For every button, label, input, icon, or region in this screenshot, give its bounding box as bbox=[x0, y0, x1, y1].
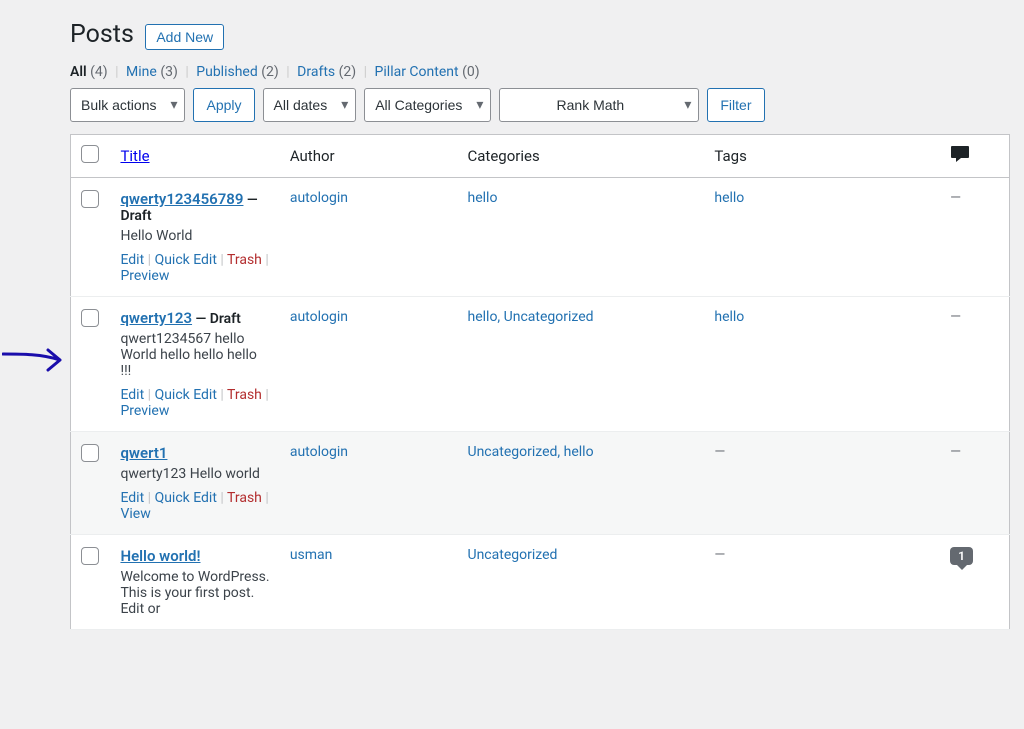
post-excerpt: qwerty123 Hello world bbox=[120, 466, 269, 482]
edit-action[interactable]: Edit bbox=[120, 252, 144, 268]
preview-action[interactable]: Preview bbox=[120, 403, 169, 419]
filter-pillar-count: (0) bbox=[462, 64, 480, 80]
table-row: qwerty123 — Draft qwert1234567 hello Worl… bbox=[71, 297, 1010, 432]
bulk-actions-select[interactable]: Bulk actions bbox=[70, 88, 185, 122]
post-excerpt: qwert1234567 hello World hello hello hel… bbox=[120, 331, 269, 379]
post-title-link[interactable]: qwert1 bbox=[120, 444, 167, 462]
dates-select[interactable]: All dates bbox=[263, 88, 357, 122]
preview-action[interactable]: Preview bbox=[120, 268, 169, 284]
apply-button[interactable]: Apply bbox=[193, 88, 254, 122]
col-author: Author bbox=[280, 135, 458, 178]
quick-edit-action[interactable]: Quick Edit bbox=[155, 252, 217, 268]
quick-edit-action[interactable]: Quick Edit bbox=[155, 490, 217, 506]
author-link[interactable]: usman bbox=[290, 547, 333, 563]
quick-edit-action[interactable]: Quick Edit bbox=[155, 387, 217, 403]
posts-table: Title Author Categories Tags qwerty12345… bbox=[70, 134, 1010, 630]
filter-all[interactable]: All bbox=[70, 64, 87, 80]
table-row: qwerty123456789 — DraftHello WorldEdit |… bbox=[71, 178, 1010, 297]
col-tags: Tags bbox=[704, 135, 940, 178]
col-categories: Categories bbox=[458, 135, 705, 178]
tablenav: Bulk actions ▾ Apply All dates ▾ All Cat… bbox=[70, 88, 1010, 122]
comments-empty: — bbox=[950, 309, 961, 325]
table-row: qwert1 qwerty123 Hello world Edit | Quick … bbox=[71, 432, 1010, 535]
add-new-button[interactable]: Add New bbox=[145, 24, 224, 50]
categories-link[interactable]: Uncategorized bbox=[468, 547, 558, 563]
status-filter-tabs: All (4) | Mine (3) | Published (2) | Dra… bbox=[70, 64, 1010, 80]
tags-link[interactable]: hello bbox=[714, 190, 744, 206]
categories-link[interactable]: Uncategorized, hello bbox=[468, 444, 594, 460]
categories-link[interactable]: hello bbox=[468, 190, 498, 206]
categories-link[interactable]: hello, Uncategorized bbox=[468, 309, 594, 325]
filter-drafts-count: (2) bbox=[339, 64, 357, 80]
col-title[interactable]: Title bbox=[120, 147, 149, 165]
edit-action[interactable]: Edit bbox=[120, 490, 144, 506]
annotation-arrow bbox=[2, 346, 74, 376]
post-excerpt: Hello World bbox=[120, 228, 269, 244]
table-row: Hello world! Welcome to WordPress. This i… bbox=[71, 535, 1010, 630]
row-actions: Edit | Quick Edit | Trash | Preview bbox=[120, 252, 269, 284]
row-checkbox[interactable] bbox=[81, 444, 99, 462]
row-actions: Edit | Quick Edit | Trash | View bbox=[120, 490, 269, 522]
post-state: — Draft bbox=[192, 311, 241, 327]
edit-action[interactable]: Edit bbox=[120, 387, 144, 403]
filter-mine-count: (3) bbox=[160, 64, 178, 80]
post-title-link[interactable]: qwerty123 bbox=[120, 309, 192, 327]
author-link[interactable]: autologin bbox=[290, 190, 348, 206]
trash-action[interactable]: Trash bbox=[227, 387, 262, 403]
author-link[interactable]: autologin bbox=[290, 444, 348, 460]
author-link[interactable]: autologin bbox=[290, 309, 348, 325]
comments-empty: — bbox=[950, 190, 961, 206]
categories-select[interactable]: All Categories bbox=[364, 88, 491, 122]
row-checkbox[interactable] bbox=[81, 309, 99, 327]
page-title: Posts bbox=[70, 20, 134, 49]
trash-action[interactable]: Trash bbox=[227, 252, 262, 268]
rankmath-select[interactable]: Rank Math bbox=[499, 88, 699, 122]
trash-action[interactable]: Trash bbox=[227, 490, 262, 506]
filter-mine[interactable]: Mine bbox=[126, 64, 157, 80]
filter-all-count: (4) bbox=[90, 64, 108, 80]
col-comments[interactable] bbox=[940, 135, 1009, 178]
comment-count-bubble[interactable]: 1 bbox=[950, 547, 973, 565]
tags-empty: — bbox=[714, 547, 725, 563]
tags-link[interactable]: hello bbox=[714, 309, 744, 325]
post-excerpt: Welcome to WordPress. This is your first… bbox=[120, 569, 269, 617]
filter-pillar[interactable]: Pillar Content bbox=[375, 64, 459, 80]
select-all-checkbox[interactable] bbox=[81, 145, 99, 163]
filter-published-count: (2) bbox=[261, 64, 279, 80]
filter-published[interactable]: Published bbox=[196, 64, 257, 80]
view-action[interactable]: View bbox=[120, 506, 150, 522]
filter-button[interactable]: Filter bbox=[707, 88, 764, 122]
row-checkbox[interactable] bbox=[81, 547, 99, 565]
comments-empty: — bbox=[950, 444, 961, 460]
filter-drafts[interactable]: Drafts bbox=[297, 64, 335, 80]
tags-empty: — bbox=[714, 444, 725, 460]
comment-icon bbox=[950, 145, 970, 163]
row-actions: Edit | Quick Edit | Trash | Preview bbox=[120, 387, 269, 419]
post-title-link[interactable]: qwerty123456789 bbox=[120, 190, 243, 208]
post-title-link[interactable]: Hello world! bbox=[120, 547, 200, 565]
row-checkbox[interactable] bbox=[81, 190, 99, 208]
